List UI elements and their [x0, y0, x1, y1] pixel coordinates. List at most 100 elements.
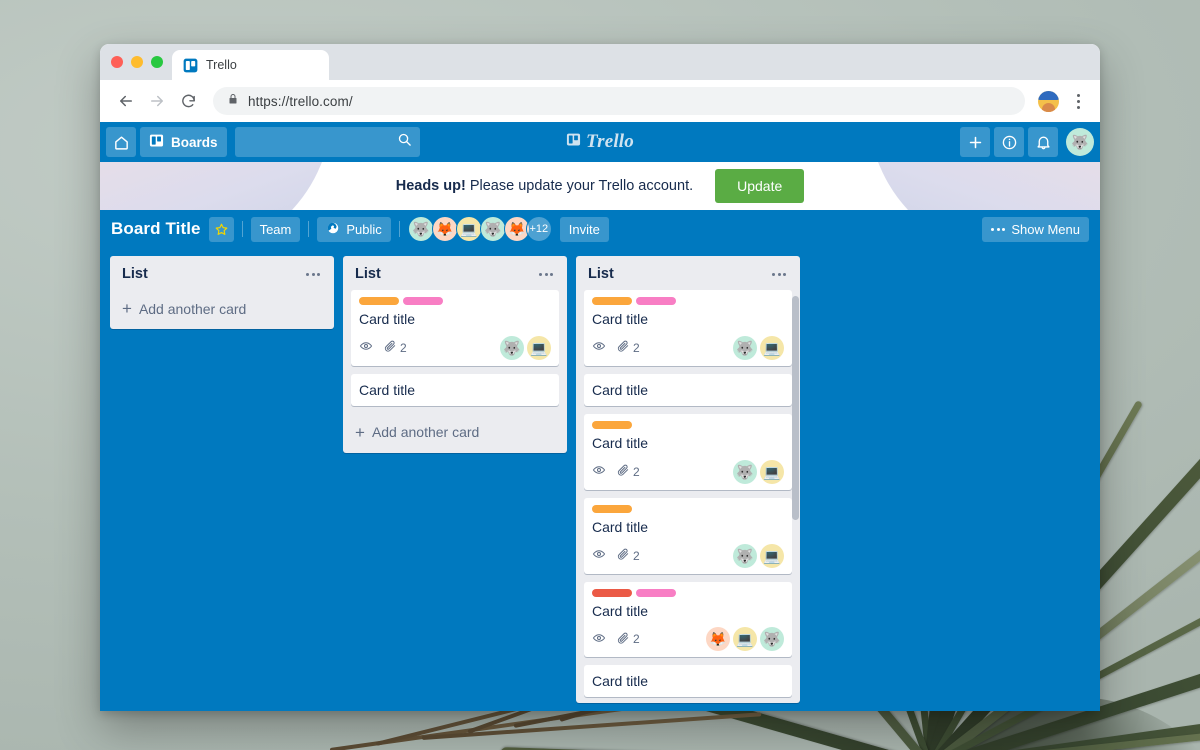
eye-icon: [359, 339, 373, 356]
card-title: Card title: [592, 434, 649, 451]
watch-badge: [359, 339, 373, 356]
visibility-button[interactable]: Public: [317, 216, 391, 242]
board-card[interactable]: Card title 2 🐺 💻: [351, 290, 559, 366]
card-footer: 2 🐺 💻: [592, 459, 784, 484]
computer-avatar-icon[interactable]: 💻: [760, 543, 784, 568]
forward-arrow-icon[interactable]: [143, 87, 171, 115]
browser-menu-icon[interactable]: [1068, 87, 1088, 115]
url-address-input[interactable]: https://trello.com/: [213, 87, 1025, 115]
banner-message-text: Please update your Trello account.: [469, 178, 694, 194]
star-icon[interactable]: [208, 216, 234, 242]
header-user-avatar[interactable]: 🐺: [1066, 128, 1094, 156]
search-input[interactable]: [234, 127, 420, 157]
husky-avatar-icon[interactable]: 🐺: [407, 216, 434, 242]
fox-avatar-icon[interactable]: 🦊: [431, 216, 458, 242]
list-cards-container[interactable]: Card title 2 🐺 💻 Card title Card title 2 🐺 💻 Card…: [576, 290, 800, 703]
husky-avatar-icon[interactable]: 🐺: [733, 543, 757, 568]
husky-avatar-icon: 🐺: [1071, 134, 1089, 150]
computer-avatar-icon[interactable]: 💻: [455, 216, 482, 242]
home-icon[interactable]: [106, 127, 136, 157]
board-list: List + Add another card: [110, 256, 334, 329]
browser-profile-avatar[interactable]: [1038, 90, 1059, 112]
card-badges: 2: [592, 631, 640, 648]
card-title: Card title: [359, 311, 416, 327]
computer-avatar-icon[interactable]: 💻: [527, 335, 551, 360]
add-another-card-button[interactable]: + Add another card: [343, 414, 567, 453]
husky-avatar-icon: 🐺: [503, 339, 521, 356]
reload-icon[interactable]: [174, 87, 202, 115]
board-title[interactable]: Board Title: [111, 219, 201, 239]
card-footer: 2 🐺 💻: [359, 335, 551, 360]
list-menu-icon[interactable]: [302, 269, 324, 280]
husky-avatar-icon[interactable]: 🐺: [479, 216, 506, 242]
add-another-card-button[interactable]: + Add another card: [110, 290, 334, 329]
card-label[interactable]: [636, 588, 676, 597]
husky-avatar-icon[interactable]: 🐺: [500, 335, 524, 360]
divider: [308, 221, 310, 237]
board-card[interactable]: Card title 2 🐺 💻: [584, 497, 792, 574]
maximize-window-button[interactable]: [151, 56, 163, 68]
browser-omnibox-bar: https://trello.com/: [100, 80, 1100, 122]
attachment-badge: 2: [616, 339, 640, 356]
show-menu-label: Show Menu: [1011, 221, 1080, 237]
invite-button[interactable]: Invite: [559, 216, 609, 242]
list-menu-icon[interactable]: [768, 269, 790, 280]
trello-app: Boards Trello 🐺 Heads up! Please update …: [100, 122, 1100, 711]
list-title[interactable]: List: [588, 266, 614, 282]
card-label[interactable]: [636, 297, 676, 305]
husky-avatar-icon[interactable]: 🐺: [733, 459, 757, 484]
husky-avatar-icon[interactable]: 🐺: [733, 335, 757, 360]
list-menu-icon[interactable]: [535, 269, 557, 280]
board-card[interactable]: Card title 2 🐺 💻: [584, 413, 792, 490]
board-card[interactable]: Card title: [584, 373, 792, 406]
card-label[interactable]: [592, 588, 632, 597]
card-footer: 2 🐺 💻: [592, 543, 784, 568]
paperclip-icon: [616, 547, 630, 564]
computer-avatar-icon[interactable]: 💻: [760, 335, 784, 360]
add-card-label: Add another card: [371, 424, 480, 441]
card-title: Card title: [592, 673, 649, 690]
computer-avatar-icon: 💻: [763, 463, 781, 480]
board-card[interactable]: Card title: [351, 373, 559, 406]
board-card[interactable]: Card title 2 🐺 💻: [584, 290, 792, 366]
boards-button[interactable]: Boards: [140, 127, 227, 157]
add-card-label: Add another card: [138, 300, 247, 317]
plus-icon: +: [355, 422, 365, 442]
board-card[interactable]: Card title 2 🦊 💻 🐺: [584, 581, 792, 658]
card-label[interactable]: [592, 297, 632, 305]
husky-avatar-icon: 🐺: [736, 339, 754, 356]
bell-icon[interactable]: [1028, 127, 1058, 157]
trello-logo: Trello: [540, 131, 660, 153]
team-button[interactable]: Team: [250, 216, 301, 242]
card-label[interactable]: [592, 420, 632, 429]
card-label[interactable]: [592, 504, 632, 513]
card-label[interactable]: [403, 297, 443, 305]
computer-avatar-icon[interactable]: 💻: [760, 459, 784, 484]
computer-avatar-icon: 💻: [763, 547, 781, 564]
board-members[interactable]: 🐺 🦊 💻 🐺 🦊 +12: [407, 216, 552, 242]
window-traffic-lights[interactable]: [111, 56, 163, 68]
computer-avatar-icon[interactable]: 💻: [733, 627, 757, 652]
card-title: Card title: [592, 381, 649, 398]
back-arrow-icon[interactable]: [112, 87, 140, 115]
list-title[interactable]: List: [355, 266, 381, 282]
card-label[interactable]: [359, 297, 399, 305]
card-labels: [592, 588, 784, 597]
plus-icon[interactable]: [960, 127, 990, 157]
husky-avatar-icon[interactable]: 🐺: [760, 627, 784, 652]
members-overflow-count[interactable]: +12: [525, 216, 552, 242]
card-footer: 2 🦊 💻 🐺: [592, 627, 784, 652]
close-window-button[interactable]: [111, 56, 123, 68]
minimize-window-button[interactable]: [131, 56, 143, 68]
show-menu-button[interactable]: Show Menu: [982, 216, 1089, 242]
board-card[interactable]: Card title: [584, 665, 792, 698]
browser-tab-trello[interactable]: Trello: [172, 50, 329, 80]
fox-avatar-icon[interactable]: 🦊: [706, 627, 730, 652]
desktop-background: Trello https://trello.com/ Boards Trello…: [0, 0, 1200, 750]
list-title[interactable]: List: [122, 266, 148, 282]
banner-gradient-right: [868, 162, 1100, 210]
card-members: 🐺 💻: [733, 543, 784, 568]
info-circle-icon[interactable]: [994, 127, 1024, 157]
update-button[interactable]: Update: [715, 169, 805, 203]
board-grid-icon: [149, 133, 164, 151]
